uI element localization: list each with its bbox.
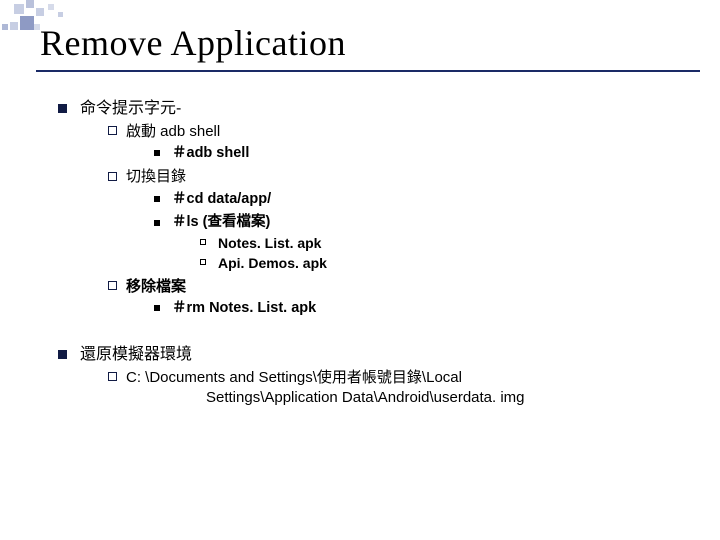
text-restore-path-1: C: \Documents and Settings\使用者帳號目錄\Local — [126, 369, 462, 386]
text-cd-cmd: ＃cd data/app/ — [172, 191, 271, 207]
text-rm-cmd: ＃rm Notes. List. apk — [172, 300, 316, 316]
bullet-cmd-prompt: 命令提示字元- 啟動 adb shell ＃adb shell — [58, 98, 680, 318]
bullet-rm-cmd: ＃rm Notes. List. apk — [154, 299, 680, 319]
slide-title: Remove Application — [40, 22, 346, 64]
bullet-restore-path: C: \Documents and Settings\使用者帳號目錄\Local… — [108, 368, 680, 409]
text-ls-cmd: ＃ls (查看檔案) — [172, 214, 270, 230]
text-restore-path-2: Settings\Application Data\Android\userda… — [206, 388, 680, 408]
slide-body: 命令提示字元- 啟動 adb shell ＃adb shell — [58, 96, 680, 414]
bullet-remove-file: 移除檔案 ＃rm Notes. List. apk — [108, 277, 680, 319]
bullet-ls-cmd: ＃ls (查看檔案) Notes. List. apk Api. Demos. … — [154, 213, 680, 272]
title-rule — [36, 70, 700, 72]
text-start-adb: 啟動 adb shell — [126, 123, 220, 140]
bullet-apidemos-apk: Api. Demos. apk — [200, 254, 680, 273]
text-remove-file: 移除檔案 — [126, 278, 186, 295]
text-adb-shell-cmd: ＃adb shell — [172, 145, 249, 161]
text-apidemos-apk: Api. Demos. apk — [218, 255, 327, 271]
bullet-start-adb: 啟動 adb shell ＃adb shell — [108, 122, 680, 164]
text-change-dir: 切換目錄 — [126, 168, 186, 185]
bullet-cd-cmd: ＃cd data/app/ — [154, 190, 680, 210]
bullet-noteslist-apk: Notes. List. apk — [200, 234, 680, 253]
text-restore-emulator: 還原模擬器環境 — [80, 346, 192, 363]
bullet-change-dir: 切換目錄 ＃cd data/app/ ＃ls (查看檔案) — [108, 167, 680, 272]
text-noteslist-apk: Notes. List. apk — [218, 235, 321, 251]
text-cmd-prompt: 命令提示字元- — [80, 100, 181, 117]
bullet-adb-shell-cmd: ＃adb shell — [154, 144, 680, 164]
bullet-restore-emulator: 還原模擬器環境 C: \Documents and Settings\使用者帳號… — [58, 344, 680, 408]
